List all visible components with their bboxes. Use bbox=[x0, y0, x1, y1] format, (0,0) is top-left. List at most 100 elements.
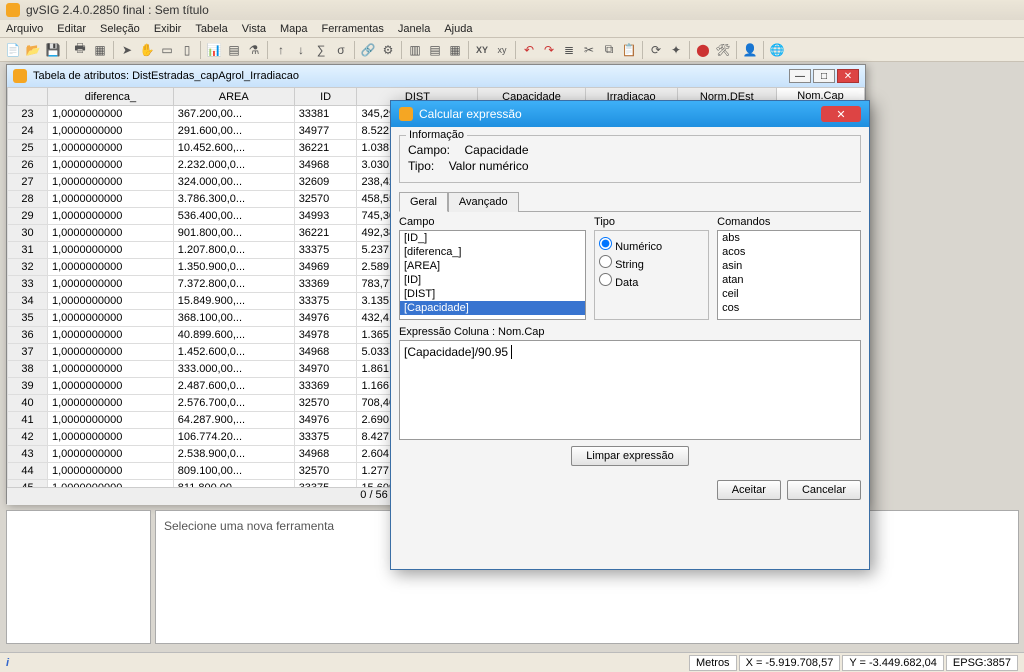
menu-editar[interactable]: Editar bbox=[57, 23, 86, 35]
sort-asc-icon[interactable]: ↑ bbox=[272, 41, 290, 59]
info-tipo-label: Tipo: bbox=[408, 159, 434, 173]
print-icon[interactable]: 🖶 bbox=[71, 41, 89, 59]
info-tipo-value: Valor numérico bbox=[449, 159, 529, 173]
status-y: Y = -3.449.682,04 bbox=[842, 655, 944, 671]
tipo-label: Tipo bbox=[594, 216, 709, 228]
expression-input[interactable]: [Capacidade]/90.95 bbox=[399, 340, 861, 440]
history-icon[interactable]: ≣ bbox=[560, 41, 578, 59]
menu-ajuda[interactable]: Ajuda bbox=[444, 23, 472, 35]
col-add-icon[interactable]: ▥ bbox=[406, 41, 424, 59]
save-icon[interactable]: 💾 bbox=[44, 41, 62, 59]
comando-item[interactable]: cos bbox=[718, 301, 860, 315]
cursor-icon[interactable]: ➤ bbox=[118, 41, 136, 59]
comando-item[interactable]: atan bbox=[718, 273, 860, 287]
xy-icon[interactable]: XY bbox=[473, 41, 491, 59]
calc-icon[interactable]: ∑ bbox=[312, 41, 330, 59]
cancel-button[interactable]: Cancelar bbox=[787, 480, 861, 500]
layout-icon[interactable]: ▦ bbox=[91, 41, 109, 59]
maximize-button[interactable]: □ bbox=[813, 69, 835, 83]
campo-item[interactable]: [AREA] bbox=[400, 259, 585, 273]
dialog-title: Calcular expressão bbox=[419, 107, 522, 121]
filter-icon[interactable]: ⚗ bbox=[245, 41, 263, 59]
menu-ferramentas[interactable]: Ferramentas bbox=[322, 23, 384, 35]
spark-icon[interactable]: ✦ bbox=[667, 41, 685, 59]
new-icon[interactable]: 📄 bbox=[4, 41, 22, 59]
accept-button[interactable]: Aceitar bbox=[717, 480, 781, 500]
campo-item[interactable]: [ID] bbox=[400, 273, 585, 287]
redo-icon[interactable]: ↷ bbox=[540, 41, 558, 59]
comando-item[interactable]: acos bbox=[718, 245, 860, 259]
comando-item[interactable]: asin bbox=[718, 259, 860, 273]
open-icon[interactable]: 📂 bbox=[24, 41, 42, 59]
menu-selecao[interactable]: Seleção bbox=[100, 23, 140, 35]
info-icon[interactable]: i bbox=[6, 657, 9, 669]
cut-icon[interactable]: ✂ bbox=[580, 41, 598, 59]
campo-item[interactable]: [diferenca_] bbox=[400, 245, 585, 259]
column-header[interactable] bbox=[8, 88, 48, 106]
xy2-icon[interactable]: xy bbox=[493, 41, 511, 59]
paste-icon[interactable]: 📋 bbox=[620, 41, 638, 59]
dialog-tabs: Geral Avançado bbox=[399, 191, 861, 212]
comandos-listbox[interactable]: absacosasinatanceilcos bbox=[717, 230, 861, 320]
table-icon[interactable]: ▤ bbox=[225, 41, 243, 59]
error-icon[interactable]: ⬤ bbox=[694, 41, 712, 59]
tab-geral[interactable]: Geral bbox=[399, 192, 448, 212]
menu-tabela[interactable]: Tabela bbox=[195, 23, 227, 35]
campo-listbox[interactable]: [ID_][diferenca_][AREA][ID][DIST][Capaci… bbox=[399, 230, 586, 320]
deselect-icon[interactable]: ▯ bbox=[178, 41, 196, 59]
select-icon[interactable]: ▭ bbox=[158, 41, 176, 59]
statusbar: i Metros X = -5.919.708,57 Y = -3.449.68… bbox=[0, 652, 1024, 672]
hand-icon[interactable]: ✋ bbox=[138, 41, 156, 59]
chart-icon[interactable]: 📊 bbox=[205, 41, 223, 59]
menu-arquivo[interactable]: Arquivo bbox=[6, 23, 43, 35]
comando-item[interactable]: ceil bbox=[718, 287, 860, 301]
campo-item[interactable]: [Capacidade] bbox=[400, 301, 585, 315]
attribute-table-titlebar[interactable]: Tabela de atributos: DistEstradas_capAgr… bbox=[7, 65, 865, 87]
column-header[interactable]: diferenca_ bbox=[48, 88, 174, 106]
status-epsg: EPSG:3857 bbox=[946, 655, 1018, 671]
campo-item[interactable]: [ID_] bbox=[400, 231, 585, 245]
comando-item[interactable]: abs bbox=[718, 231, 860, 245]
col-del-icon[interactable]: ▤ bbox=[426, 41, 444, 59]
column-header[interactable]: ID bbox=[294, 88, 357, 106]
radio-data[interactable]: Data bbox=[599, 273, 704, 289]
tools-icon[interactable]: 🛠 bbox=[714, 41, 732, 59]
dialog-close-button[interactable]: ✕ bbox=[821, 106, 861, 122]
status-units: Metros bbox=[689, 655, 737, 671]
info-legend: Informação bbox=[406, 129, 467, 141]
undo-icon[interactable]: ↶ bbox=[520, 41, 538, 59]
info-campo-label: Campo: bbox=[408, 143, 450, 157]
app-titlebar: gvSIG 2.4.0.2850 final : Sem título bbox=[0, 0, 1024, 20]
dialog-logo-icon bbox=[399, 107, 413, 121]
stats-icon[interactable]: σ bbox=[332, 41, 350, 59]
minimize-button[interactable]: — bbox=[789, 69, 811, 83]
link-icon[interactable]: 🔗 bbox=[359, 41, 377, 59]
globe-icon[interactable]: 🌐 bbox=[768, 41, 786, 59]
sort-desc-icon[interactable]: ↓ bbox=[292, 41, 310, 59]
status-x: X = -5.919.708,57 bbox=[739, 655, 841, 671]
menu-exibir[interactable]: Exibir bbox=[154, 23, 182, 35]
refresh-icon[interactable]: ⟳ bbox=[647, 41, 665, 59]
radio-string[interactable]: String bbox=[599, 255, 704, 271]
campo-item[interactable]: [DIST] bbox=[400, 287, 585, 301]
tab-avancado[interactable]: Avançado bbox=[448, 192, 519, 212]
info-campo-value: Capacidade bbox=[464, 143, 528, 157]
close-button[interactable]: ✕ bbox=[837, 69, 859, 83]
info-fieldset: Informação Campo: Capacidade Tipo: Valor… bbox=[399, 135, 861, 183]
dialog-titlebar[interactable]: Calcular expressão ✕ bbox=[391, 101, 869, 127]
menu-janela[interactable]: Janela bbox=[398, 23, 430, 35]
settings-icon[interactable]: ⚙ bbox=[379, 41, 397, 59]
menu-vista[interactable]: Vista bbox=[242, 23, 266, 35]
col-rename-icon[interactable]: ▦ bbox=[446, 41, 464, 59]
radio-numerico[interactable]: Numérico bbox=[599, 237, 704, 253]
window-logo-icon bbox=[13, 69, 27, 83]
app-title: gvSIG 2.4.0.2850 final : Sem título bbox=[26, 3, 209, 17]
user-icon[interactable]: 👤 bbox=[741, 41, 759, 59]
menu-mapa[interactable]: Mapa bbox=[280, 23, 308, 35]
copy-icon[interactable]: ⧉ bbox=[600, 41, 618, 59]
calc-expression-dialog: Calcular expressão ✕ Informação Campo: C… bbox=[390, 100, 870, 570]
column-header[interactable]: AREA bbox=[173, 88, 294, 106]
clear-expression-button[interactable]: Limpar expressão bbox=[571, 446, 688, 466]
menubar: Arquivo Editar Seleção Exibir Tabela Vis… bbox=[0, 20, 1024, 38]
campo-label: Campo bbox=[399, 216, 586, 228]
